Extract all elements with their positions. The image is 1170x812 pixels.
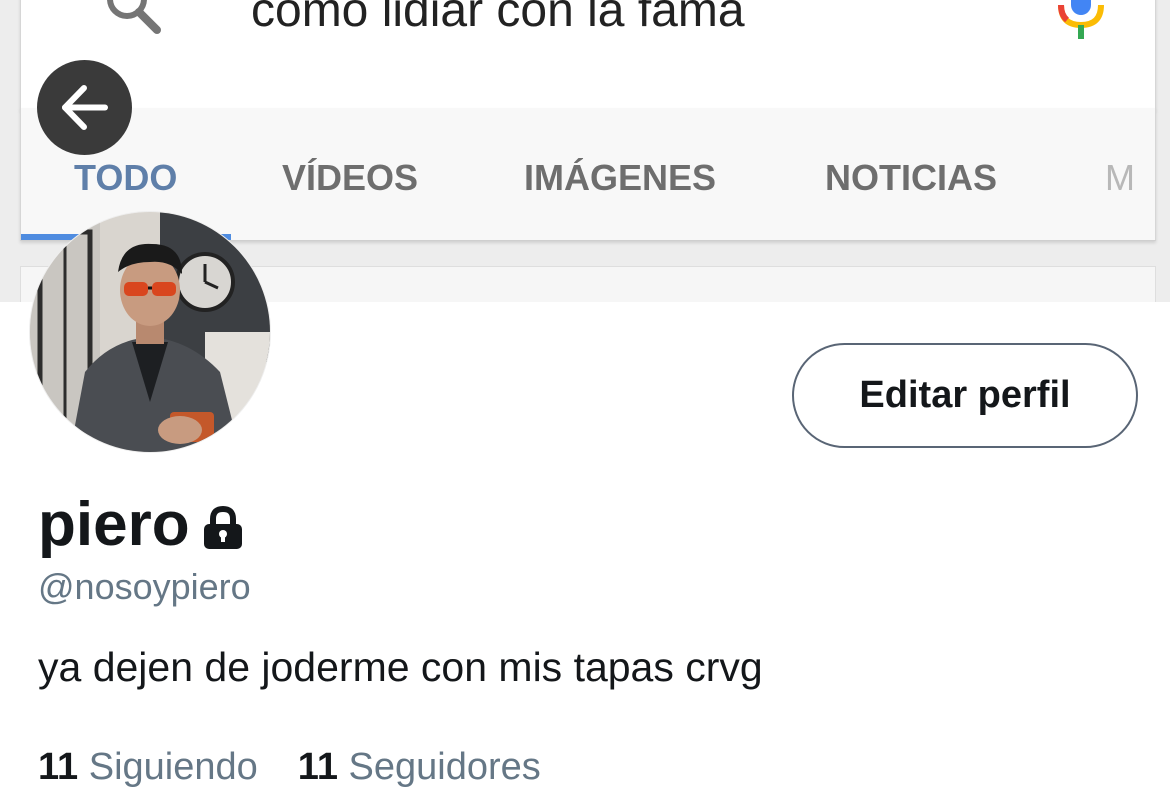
profile-avatar[interactable] — [30, 212, 270, 452]
search-query-text[interactable]: como lidiar con la fama — [251, 0, 745, 41]
profile-stats: 11 Siguiendo 11 Seguidores — [38, 744, 541, 790]
microphone-icon[interactable] — [1055, 0, 1107, 43]
following-link[interactable]: 11 Siguiendo — [38, 746, 258, 788]
tab-imagenes[interactable]: IMÁGENES — [524, 156, 716, 200]
lock-icon — [203, 505, 242, 549]
profile-name-row: piero — [38, 490, 246, 560]
following-label: Siguiendo — [88, 746, 258, 788]
tab-noticias[interactable]: NOTICIAS — [825, 156, 997, 200]
back-button[interactable] — [37, 60, 132, 155]
followers-label: Seguidores — [348, 746, 541, 788]
arrow-left-icon — [62, 85, 108, 130]
profile-handle: @nosoypiero — [38, 566, 251, 607]
search-bar[interactable]: como lidiar con la fama — [20, 0, 1156, 110]
tab-more-truncated[interactable]: M — [1105, 156, 1135, 200]
followers-link[interactable]: 11 Seguidores — [298, 746, 541, 788]
edit-profile-button[interactable]: Editar perfil — [792, 343, 1138, 448]
avatar-photo — [30, 212, 270, 452]
tab-videos[interactable]: VÍDEOS — [282, 156, 418, 200]
display-name: piero — [38, 490, 190, 559]
followers-count: 11 — [297, 746, 338, 788]
tab-todo[interactable]: TODO — [74, 156, 177, 200]
profile-bio: ya dejen de joderme con mis tapas crvg — [38, 644, 763, 690]
following-count: 11 — [38, 746, 79, 788]
search-icon[interactable] — [103, 0, 163, 37]
